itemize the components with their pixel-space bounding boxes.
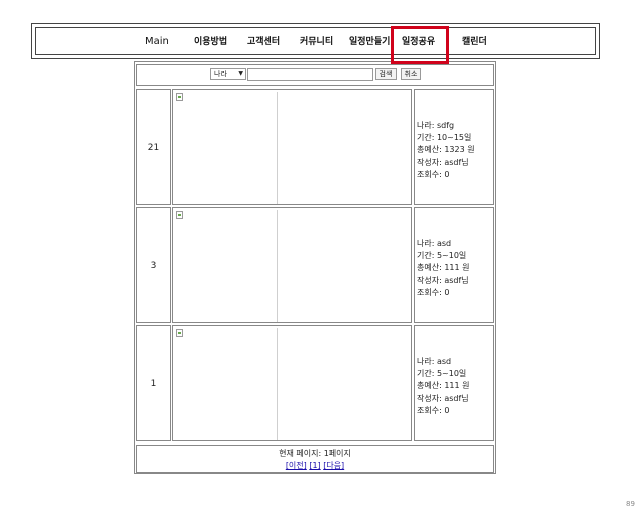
post-country: 나라: sdfg (417, 121, 455, 130)
post-views: 조회수: 0 (417, 169, 450, 179)
post-number: 1 (136, 325, 171, 441)
post-image-cell[interactable] (172, 325, 412, 441)
post-thumbnail[interactable] (175, 210, 278, 322)
cancel-button[interactable]: 취소 (401, 68, 421, 80)
post-image-cell[interactable] (172, 89, 412, 205)
post-views: 조회수: 0 (417, 287, 450, 297)
country-select[interactable]: 나라 ▼ (210, 68, 246, 80)
post-budget: 총예산: 111 원 (417, 381, 470, 391)
broken-image-icon (176, 211, 183, 219)
post-info: 나라: asd 기간: 5~10일 총예산: 111 원 작성자: asdf님 … (414, 325, 494, 441)
broken-image-icon (176, 93, 183, 101)
post-image-cell[interactable] (172, 207, 412, 323)
post-thumbnail[interactable] (175, 92, 278, 204)
top-nav: Main 이용방법 고객센터 커뮤니티 일정만들기 일정공유 캘린더 (31, 23, 600, 64)
next-page-link[interactable]: [다음] (323, 461, 344, 470)
post-budget: 총예산: 111 원 (417, 263, 470, 273)
post-row[interactable]: 1 나라: asd 기간: 5~10일 총예산: 111 원 작성자: asdf… (136, 325, 494, 441)
post-country: 나라: asd (417, 357, 452, 366)
post-period: 기간: 5~10일 (417, 369, 467, 379)
current-page-text: 현재 페이지: 1페이지 (279, 449, 351, 458)
post-author: 작성자: asdf님 (417, 393, 469, 403)
post-period: 기간: 5~10일 (417, 251, 467, 261)
post-row[interactable]: 3 나라: asd 기간: 5~10일 총예산: 111 원 작성자: asdf… (136, 207, 494, 323)
nav-highlight-box (391, 26, 449, 64)
nav-calendar[interactable]: 캘린더 (462, 24, 487, 60)
nav-main[interactable]: Main (145, 24, 169, 60)
post-number: 21 (136, 89, 171, 205)
board-table: 나라 ▼ 검색 취소 21 나라: sdfg 기간: 10~15일 총예산: 1… (134, 61, 496, 474)
prev-page-link[interactable]: [이전] (286, 461, 307, 470)
search-bar: 나라 ▼ 검색 취소 (136, 64, 494, 86)
post-row[interactable]: 21 나라: sdfg 기간: 10~15일 총예산: 1323 원 작성자: … (136, 89, 494, 205)
post-thumbnail[interactable] (175, 328, 278, 440)
post-period: 기간: 10~15일 (417, 133, 472, 143)
slide-page-number: 89 (626, 500, 635, 508)
search-input[interactable] (247, 68, 373, 81)
post-views: 조회수: 0 (417, 405, 450, 415)
post-info: 나라: asd 기간: 5~10일 총예산: 111 원 작성자: asdf님 … (414, 207, 494, 323)
post-author: 작성자: asdf님 (417, 275, 469, 285)
post-budget: 총예산: 1323 원 (417, 145, 475, 155)
pagination: 현재 페이지: 1페이지 [이전] [1] [다음] (136, 445, 494, 473)
dropdown-arrow-icon: ▼ (238, 70, 243, 77)
nav-customer-center[interactable]: 고객센터 (247, 24, 280, 60)
page-1-link[interactable]: [1] (309, 461, 320, 470)
post-author: 작성자: asdf님 (417, 157, 469, 167)
post-country: 나라: asd (417, 239, 452, 248)
broken-image-icon (176, 329, 183, 337)
search-button[interactable]: 검색 (375, 68, 397, 80)
nav-how-to-use[interactable]: 이용방법 (194, 24, 227, 60)
post-number: 3 (136, 207, 171, 323)
country-select-value: 나라 (214, 70, 227, 78)
nav-community[interactable]: 커뮤니티 (300, 24, 333, 60)
nav-create-schedule[interactable]: 일정만들기 (349, 24, 390, 60)
post-info: 나라: sdfg 기간: 10~15일 총예산: 1323 원 작성자: asd… (414, 89, 494, 205)
